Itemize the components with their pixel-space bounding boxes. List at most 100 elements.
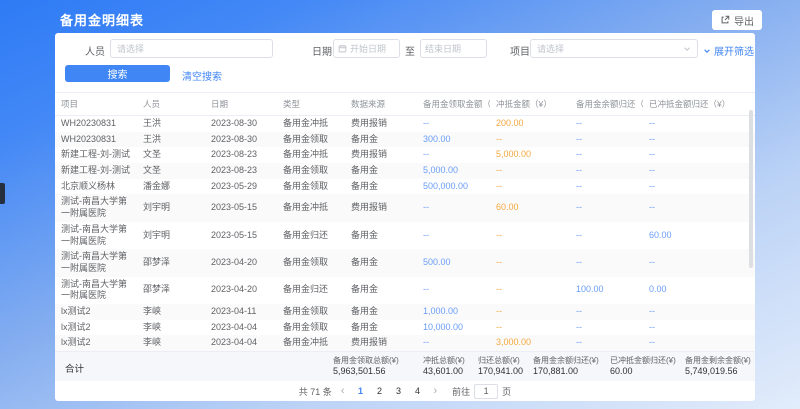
cell-person: 文圣 bbox=[137, 163, 205, 179]
expand-filters-label: 展开筛选 bbox=[714, 43, 754, 58]
cell-person: 刘宇明 bbox=[137, 222, 205, 249]
cell-source: 备用金 bbox=[345, 249, 417, 276]
cell-balance-returned: 100.00 bbox=[570, 277, 643, 304]
cell-balance-returned: -- bbox=[570, 222, 643, 249]
goto-suffix: 页 bbox=[502, 385, 511, 398]
clear-search-link[interactable]: 清空搜索 bbox=[182, 68, 222, 83]
goto-page-input[interactable] bbox=[474, 384, 498, 399]
page-button-4[interactable]: 4 bbox=[410, 384, 424, 398]
project-select[interactable]: 请选择 bbox=[530, 39, 698, 58]
summary-bar: 合计 备用金领取总额(¥)5,963,501.56冲抵总额(¥)43,601.0… bbox=[55, 351, 755, 381]
calendar-icon bbox=[338, 44, 347, 53]
summary-item-label: 备用金余额归还(¥) bbox=[533, 355, 599, 366]
drawer-handle[interactable] bbox=[0, 183, 5, 204]
date-start-input[interactable] bbox=[350, 44, 395, 54]
pagination: 共 71 条 ‹ 1234 › 前往 页 bbox=[55, 381, 755, 401]
cell-balance-returned: -- bbox=[570, 304, 643, 320]
page-button-3[interactable]: 3 bbox=[391, 384, 405, 398]
table-row: 测试-南昌大学第一附属医院邵梦泽2023-04-20备用金归还备用金----10… bbox=[55, 277, 755, 304]
table-row: 北京顺义杨林潘金娜2023-05-29备用金领取备用金500,000.00---… bbox=[55, 179, 755, 195]
cell-date: 2023-04-11 bbox=[205, 304, 277, 320]
page-button-2[interactable]: 2 bbox=[372, 384, 386, 398]
next-page-icon[interactable]: › bbox=[431, 385, 439, 397]
cell-received: -- bbox=[417, 116, 490, 132]
cell-received: 10,000.00 bbox=[417, 320, 490, 336]
summary-item-value: 5,749,019.56 bbox=[685, 366, 751, 378]
date-end-input[interactable] bbox=[425, 44, 482, 54]
summary-item-label: 已冲抵金额归还(¥) bbox=[610, 355, 676, 366]
cell-source: 备用金 bbox=[345, 222, 417, 249]
page-button-1[interactable]: 1 bbox=[353, 384, 367, 398]
column-header-8: 已冲抵金额归还（¥） bbox=[643, 93, 755, 116]
cell-offset-returned: -- bbox=[643, 163, 755, 179]
summary-item-label: 归还总额(¥) bbox=[478, 355, 523, 366]
prev-page-icon[interactable]: ‹ bbox=[339, 385, 347, 397]
data-table: 项目人员日期类型数据来源备用金领取金额（¥）冲抵金额（¥）备用金余额归还（¥）已… bbox=[55, 92, 755, 351]
action-bar: 搜索 清空搜索 bbox=[55, 65, 755, 83]
column-header-5: 备用金领取金额（¥） bbox=[417, 93, 490, 116]
expand-filters-link[interactable]: 展开筛选 bbox=[703, 43, 754, 58]
search-button[interactable]: 搜索 bbox=[65, 65, 170, 82]
table-row: 新建工程-刘-测试文圣2023-08-23备用金冲抵费用报销--5,000.00… bbox=[55, 147, 755, 163]
cell-source: 备用金 bbox=[345, 179, 417, 195]
cell-offset-returned: 0.00 bbox=[643, 277, 755, 304]
cell-received: 500,000.00 bbox=[417, 179, 490, 195]
cell-person: 李峡 bbox=[137, 320, 205, 336]
cell-project: 测试-南昌大学第一附属医院 bbox=[55, 222, 137, 249]
chevron-down-icon bbox=[683, 45, 691, 53]
date-end-picker[interactable] bbox=[420, 39, 487, 58]
cell-received: -- bbox=[417, 194, 490, 221]
cell-date: 2023-05-15 bbox=[205, 194, 277, 221]
cell-project: 测试-南昌大学第一附属医院 bbox=[55, 277, 137, 304]
table-row: 新建工程-刘-测试文圣2023-08-23备用金领取备用金5,000.00---… bbox=[55, 163, 755, 179]
cell-source: 费用报销 bbox=[345, 194, 417, 221]
cell-project: 测试-南昌大学第一附属医院 bbox=[55, 194, 137, 221]
cell-source: 备用金 bbox=[345, 277, 417, 304]
cell-type: 备用金领取 bbox=[277, 132, 345, 148]
column-header-6: 冲抵金额（¥） bbox=[490, 93, 570, 116]
date-start-picker[interactable] bbox=[333, 39, 400, 58]
cell-person: 文圣 bbox=[137, 147, 205, 163]
total-count: 共 71 条 bbox=[299, 385, 332, 398]
cell-offset-returned: -- bbox=[643, 116, 755, 132]
cell-date: 2023-05-29 bbox=[205, 179, 277, 195]
cell-offset-returned: 60.00 bbox=[643, 222, 755, 249]
cell-balance-returned: -- bbox=[570, 320, 643, 336]
vertical-scrollbar[interactable] bbox=[749, 110, 753, 268]
table-row: WH20230831王洪2023-08-30备用金冲抵费用报销--200.00-… bbox=[55, 116, 755, 132]
cell-type: 备用金冲抵 bbox=[277, 116, 345, 132]
cell-date: 2023-04-04 bbox=[205, 320, 277, 336]
date-to-label: 至 bbox=[405, 43, 415, 58]
cell-date: 2023-08-23 bbox=[205, 163, 277, 179]
cell-offset: -- bbox=[490, 222, 570, 249]
table-row: lx测试2李峡2023-04-04备用金冲抵费用报销--3,000.00---- bbox=[55, 335, 755, 351]
column-header-0: 项目 bbox=[55, 93, 137, 116]
summary-item-value: 60.00 bbox=[610, 366, 676, 378]
cell-type: 备用金领取 bbox=[277, 163, 345, 179]
export-icon bbox=[720, 15, 730, 25]
table-header-row: 项目人员日期类型数据来源备用金领取金额（¥）冲抵金额（¥）备用金余额归还（¥）已… bbox=[55, 93, 755, 116]
person-input[interactable] bbox=[110, 39, 273, 58]
cell-offset: -- bbox=[490, 132, 570, 148]
cell-source: 费用报销 bbox=[345, 335, 417, 351]
cell-balance-returned: -- bbox=[570, 179, 643, 195]
cell-date: 2023-08-30 bbox=[205, 116, 277, 132]
export-button[interactable]: 导出 bbox=[712, 10, 762, 30]
cell-person: 李峡 bbox=[137, 304, 205, 320]
cell-type: 备用金领取 bbox=[277, 249, 345, 276]
cell-offset: -- bbox=[490, 163, 570, 179]
cell-type: 备用金冲抵 bbox=[277, 335, 345, 351]
cell-offset: -- bbox=[490, 249, 570, 276]
cell-project: lx测试2 bbox=[55, 335, 137, 351]
cell-received: 1,000.00 bbox=[417, 304, 490, 320]
cell-balance-returned: -- bbox=[570, 132, 643, 148]
summary-item: 备用金余额归还(¥)170,881.00 bbox=[533, 355, 599, 378]
summary-item-label: 冲抵总额(¥) bbox=[423, 355, 465, 366]
cell-person: 潘金娜 bbox=[137, 179, 205, 195]
cell-project: WH20230831 bbox=[55, 132, 137, 148]
cell-balance-returned: -- bbox=[570, 194, 643, 221]
cell-date: 2023-04-20 bbox=[205, 277, 277, 304]
cell-source: 备用金 bbox=[345, 304, 417, 320]
cell-type: 备用金领取 bbox=[277, 320, 345, 336]
cell-offset: 3,000.00 bbox=[490, 335, 570, 351]
